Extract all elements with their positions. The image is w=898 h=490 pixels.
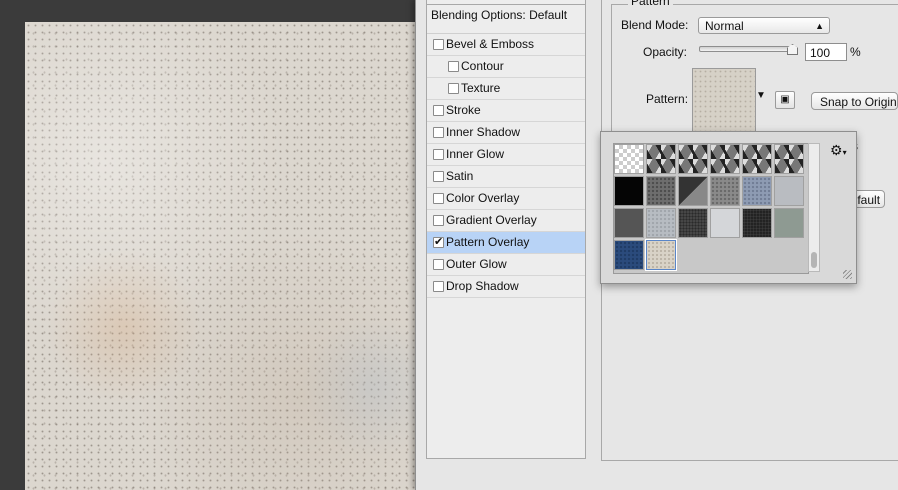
pattern-swatch-light-gray-texture[interactable] (774, 176, 804, 206)
pattern-swatch-gray-cubes[interactable] (710, 144, 740, 174)
style-item-label: Color Overlay (446, 191, 520, 205)
pattern-swatch-gray-cubes[interactable] (774, 144, 804, 174)
opacity-unit: % (850, 45, 861, 59)
style-item-drop-shadow[interactable]: Drop Shadow (427, 276, 585, 298)
pattern-swatch-dark-gray-texture[interactable] (646, 176, 676, 206)
style-item-outer-glow[interactable]: Outer Glow (427, 254, 585, 276)
style-item-gradient-overlay[interactable]: Gradient Overlay (427, 210, 585, 232)
style-item-label: Inner Glow (446, 147, 505, 161)
pattern-picker-scrollbar[interactable] (808, 143, 820, 272)
style-item-label: Contour (461, 59, 504, 73)
new-preset-icon: ▣ (780, 94, 790, 105)
checkbox[interactable] (433, 232, 444, 253)
pattern-swatch-dark-granite[interactable] (678, 208, 708, 238)
pattern-group-title: Pattern (628, 0, 673, 8)
style-item-inner-shadow[interactable]: Inner Shadow (427, 122, 585, 144)
style-item-satin[interactable]: Satin (427, 166, 585, 188)
style-item-pattern-overlay[interactable]: Pattern Overlay (427, 232, 585, 254)
checkbox[interactable] (448, 61, 459, 72)
style-item-contour[interactable]: Contour (427, 56, 585, 78)
checkbox[interactable] (433, 149, 444, 160)
snap-to-origin-button[interactable]: Snap to Origin (811, 92, 898, 110)
pattern-swatch-sage-texture[interactable] (774, 208, 804, 238)
pattern-preview-swatch[interactable] (692, 68, 756, 132)
pattern-label: Pattern: (646, 92, 689, 106)
gear-icon[interactable]: ⚙▾ (830, 142, 847, 159)
blending-options-item[interactable]: Blending Options: Default (427, 4, 585, 34)
document-canvas[interactable] (25, 22, 420, 490)
blend-mode-label: Blend Mode: (621, 18, 689, 32)
new-preset-button[interactable]: ▣ (775, 91, 795, 109)
style-item-stroke[interactable]: Stroke (427, 100, 585, 122)
style-item-inner-glow[interactable]: Inner Glow (427, 144, 585, 166)
pattern-swatch-grid (613, 143, 809, 274)
pattern-swatch-pale-gray[interactable] (710, 208, 740, 238)
style-item-color-overlay[interactable]: Color Overlay (427, 188, 585, 210)
pattern-swatch-transparent-checker[interactable] (614, 144, 644, 174)
style-item-label: Pattern Overlay (446, 235, 530, 249)
checkbox[interactable] (433, 39, 444, 50)
pattern-swatch-gray-cubes[interactable] (678, 144, 708, 174)
checkbox[interactable] (433, 105, 444, 116)
style-item-label: Inner Shadow (446, 125, 521, 139)
style-item-label: Satin (446, 169, 474, 183)
checkbox[interactable] (433, 215, 444, 226)
checkbox[interactable] (433, 281, 444, 292)
checkbox[interactable] (433, 193, 444, 204)
style-item-label: Drop Shadow (446, 279, 519, 293)
pattern-dropdown-arrow-icon[interactable]: ▼ (756, 90, 766, 101)
checkbox[interactable] (433, 171, 444, 182)
opacity-input[interactable]: 100 (805, 43, 847, 61)
pattern-swatch-navy-blue[interactable] (614, 240, 644, 270)
pattern-swatch-beige-stone[interactable] (645, 239, 677, 271)
style-item-bevel-emboss[interactable]: Bevel & Emboss (427, 34, 585, 56)
style-item-label: Gradient Overlay (446, 213, 537, 227)
style-item-label: Bevel & Emboss (446, 37, 535, 51)
styles-list-panel: Blending Options: Default Bevel & Emboss… (426, 0, 586, 459)
opacity-slider[interactable] (699, 46, 797, 52)
pattern-picker-popup: ⚙▾ (600, 131, 857, 284)
pattern-swatch-diagonal-dark[interactable] (678, 176, 708, 206)
resize-handle-icon[interactable] (843, 270, 852, 279)
updown-arrows-icon: ▲ (815, 21, 824, 31)
opacity-label: Opacity: (643, 45, 688, 59)
checkbox[interactable] (433, 259, 444, 270)
pattern-swatch-gray-cubes[interactable] (742, 144, 772, 174)
pattern-swatch-gray-texture[interactable] (710, 176, 740, 206)
pattern-swatch-black[interactable] (614, 176, 644, 206)
checkbox[interactable] (433, 127, 444, 138)
style-item-texture[interactable]: Texture (427, 78, 585, 100)
pattern-swatch-blue-gray-texture[interactable] (742, 176, 772, 206)
checkbox[interactable] (448, 83, 459, 94)
pattern-swatch-black-texture[interactable] (742, 208, 772, 238)
scrollbar-thumb[interactable] (811, 252, 817, 268)
blend-mode-select[interactable]: Normal ▲ (698, 17, 830, 34)
style-item-label: Texture (461, 81, 501, 95)
blend-mode-value: Normal (705, 19, 744, 33)
style-item-label: Outer Glow (446, 257, 507, 271)
style-item-label: Stroke (446, 103, 481, 117)
pattern-swatch-gray-cubes[interactable] (646, 144, 676, 174)
pattern-swatch-charcoal[interactable] (614, 208, 644, 238)
pattern-swatch-silver-texture[interactable] (646, 208, 676, 238)
